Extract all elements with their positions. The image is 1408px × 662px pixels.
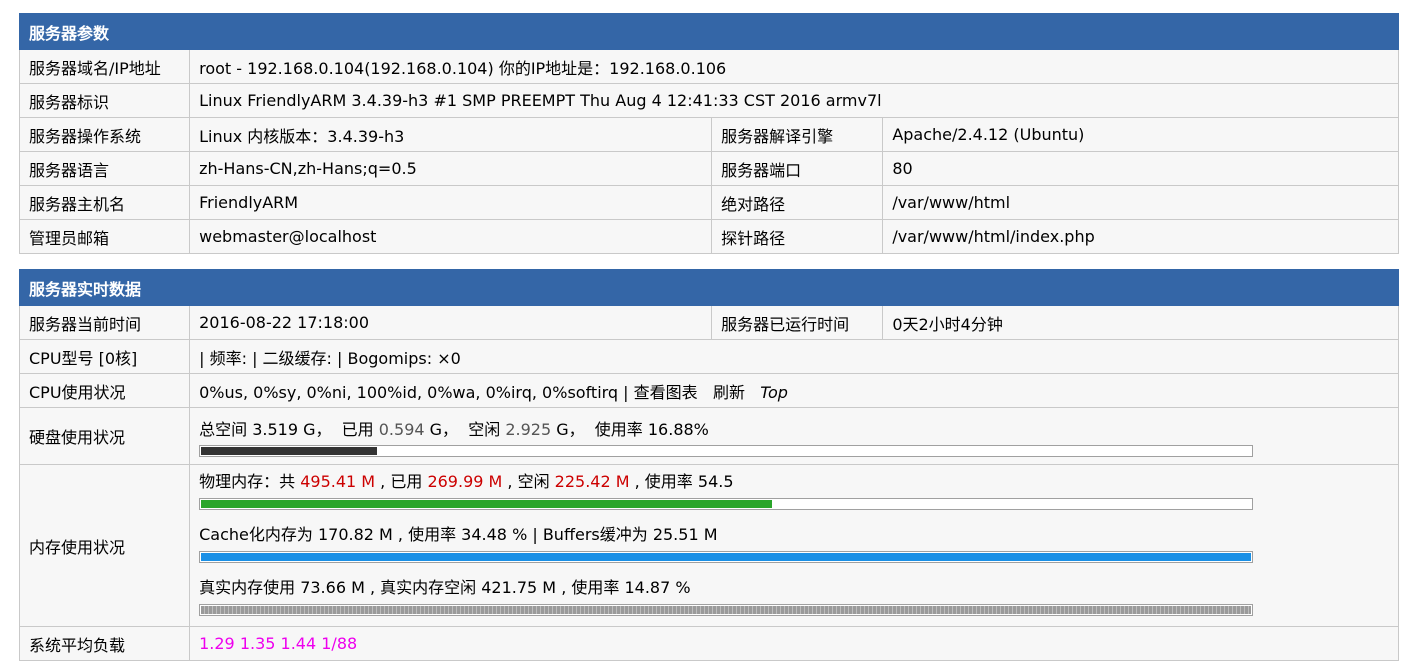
real-memory-text: 真实内存使用 73.66 M , 真实内存空闲 421.75 M , 使用率 1… xyxy=(199,578,691,597)
disk-total-text: 总空间 3.519 G， 已用 xyxy=(199,419,379,439)
cpu-model-label: CPU型号 [0核] xyxy=(18,339,191,374)
cpu-usage-cell: 0%us, 0%sy, 0%ni, 100%id, 0%wa, 0%irq, 0… xyxy=(189,373,1399,408)
domain-ip-value: root - 192.168.0.104(192.168.0.104) 你的IP… xyxy=(189,49,1399,84)
physical-free-text: , 空闲 xyxy=(502,472,555,491)
memory-usage-cell: 物理内存：共 495.41 M , 已用 269.99 M , 空闲 225.4… xyxy=(189,464,1399,627)
table-row: CPU型号 [0核] | 频率: | 二级缓存: | Bogomips: ×0 xyxy=(18,339,1399,374)
disk-usage-text: 总空间 3.519 G， 已用 0.594 G， 空闲 2.925 G， 使用率… xyxy=(199,416,1389,440)
hostname-label: 服务器主机名 xyxy=(18,185,191,220)
real-memory-fill xyxy=(201,606,1252,614)
physical-memory-text: 物理内存：共 495.41 M , 已用 269.99 M , 空闲 225.4… xyxy=(199,471,1389,493)
server-id-value: Linux FriendlyARM 3.4.39-h3 #1 SMP PREEM… xyxy=(189,83,1399,118)
cpu-usage-value: 0%us, 0%sy, 0%ni, 100%id, 0%wa, 0%irq, 0… xyxy=(199,382,634,402)
uptime-value: 0天2小时4分钟 xyxy=(882,305,1399,340)
cpu-usage-label: CPU使用状况 xyxy=(18,373,191,408)
table-row: 服务器当前时间 2016-08-22 17:18:00 服务器已运行时间 0天2… xyxy=(18,305,1399,340)
physical-total-value: 495.41 M xyxy=(300,472,376,491)
disk-usage-bar xyxy=(199,444,1254,457)
server-params-section: 服务器参数 服务器域名/IP地址 root - 192.168.0.104(19… xyxy=(18,13,1399,254)
disk-usage-fill xyxy=(201,446,377,455)
table-row: 服务器语言 zh-Hans-CN,zh-Hans;q=0.5 服务器端口 80 xyxy=(18,151,1399,186)
table-row: 服务器主机名 FriendlyARM 绝对路径 /var/www/html xyxy=(18,185,1399,220)
abs-path-label: 绝对路径 xyxy=(711,185,884,220)
real-memory-bar xyxy=(199,604,1254,616)
domain-ip-label: 服务器域名/IP地址 xyxy=(18,49,191,84)
table-row: 服务器域名/IP地址 root - 192.168.0.104(192.168.… xyxy=(18,49,1399,84)
language-label: 服务器语言 xyxy=(18,151,191,186)
table-row: CPU使用状况 0%us, 0%sy, 0%ni, 100%id, 0%wa, … xyxy=(18,373,1399,408)
disk-free-text: G， 空闲 xyxy=(424,419,506,439)
port-label: 服务器端口 xyxy=(711,151,884,186)
server-params-title: 服务器参数 xyxy=(19,13,1399,50)
physical-memory-fill xyxy=(201,500,773,508)
server-id-label: 服务器标识 xyxy=(18,83,191,118)
abs-path-value: /var/www/html xyxy=(882,185,1399,220)
server-params-table: 服务器参数 服务器域名/IP地址 root - 192.168.0.104(19… xyxy=(18,13,1399,254)
table-row: 硬盘使用状况 总空间 3.519 G， 已用 0.594 G， 空闲 2.925… xyxy=(18,407,1399,465)
realtime-table: 服务器实时数据 服务器当前时间 2016-08-22 17:18:00 服务器已… xyxy=(18,269,1399,661)
realtime-section: 服务器实时数据 服务器当前时间 2016-08-22 17:18:00 服务器已… xyxy=(18,269,1399,661)
load-average-label: 系统平均负载 xyxy=(18,626,191,661)
table-row: 服务器操作系统 Linux 内核版本：3.4.39-h3 服务器解译引擎 Apa… xyxy=(18,117,1399,152)
cpu-model-value: | 频率: | 二级缓存: | Bogomips: ×0 xyxy=(189,339,1399,374)
refresh-link[interactable]: 刷新 xyxy=(713,383,745,402)
cache-memory-fill xyxy=(201,553,1252,561)
physical-used-text: , 已用 xyxy=(375,472,428,491)
disk-usage-cell: 总空间 3.519 G， 已用 0.594 G， 空闲 2.925 G， 使用率… xyxy=(189,407,1399,465)
realtime-title: 服务器实时数据 xyxy=(19,269,1399,306)
disk-used-value: 0.594 xyxy=(378,419,425,439)
disk-free-value: 2.925 xyxy=(505,419,552,439)
table-row: 系统平均负载 1.29 1.35 1.44 1/88 xyxy=(18,626,1399,661)
physical-free-value: 225.42 M xyxy=(554,472,630,491)
probe-path-value: /var/www/html/index.php xyxy=(882,219,1399,254)
engine-value: Apache/2.4.12 (Ubuntu) xyxy=(882,117,1399,152)
language-value: zh-Hans-CN,zh-Hans;q=0.5 xyxy=(189,151,713,186)
view-chart-link[interactable]: 查看图表 xyxy=(634,383,698,402)
table-row: 内存使用状况 物理内存：共 495.41 M , 已用 269.99 M , 空… xyxy=(18,464,1399,627)
admin-email-label: 管理员邮箱 xyxy=(18,219,191,254)
os-value: Linux 内核版本：3.4.39-h3 xyxy=(189,117,713,152)
load-average-value: 1.29 1.35 1.44 1/88 xyxy=(189,626,1399,661)
admin-email-value: webmaster@localhost xyxy=(189,219,713,254)
port-value: 80 xyxy=(882,151,1399,186)
current-time-label: 服务器当前时间 xyxy=(18,305,191,340)
memory-usage-label: 内存使用状况 xyxy=(18,464,191,627)
hostname-value: FriendlyARM xyxy=(189,185,713,220)
cache-memory-bar xyxy=(199,551,1254,563)
disk-usage-label: 硬盘使用状况 xyxy=(18,407,191,465)
engine-label: 服务器解译引擎 xyxy=(711,117,884,152)
physical-rate-text: , 使用率 54.5 xyxy=(629,472,734,491)
os-label: 服务器操作系统 xyxy=(18,117,191,152)
physical-memory-bar xyxy=(199,498,1254,510)
cache-memory-text: Cache化内存为 170.82 M , 使用率 34.48 % | Buffe… xyxy=(199,525,718,544)
physical-used-value: 269.99 M xyxy=(427,472,503,491)
table-row: 管理员邮箱 webmaster@localhost 探针路径 /var/www/… xyxy=(18,219,1399,254)
disk-rate-text: G， 使用率 16.88% xyxy=(551,419,709,439)
current-time-value: 2016-08-22 17:18:00 xyxy=(189,305,713,340)
uptime-label: 服务器已运行时间 xyxy=(711,305,884,340)
top-link[interactable]: Top xyxy=(760,383,788,402)
probe-path-label: 探针路径 xyxy=(711,219,884,254)
physical-total-text: 物理内存：共 xyxy=(199,472,301,491)
table-row: 服务器标识 Linux FriendlyARM 3.4.39-h3 #1 SMP… xyxy=(18,83,1399,118)
